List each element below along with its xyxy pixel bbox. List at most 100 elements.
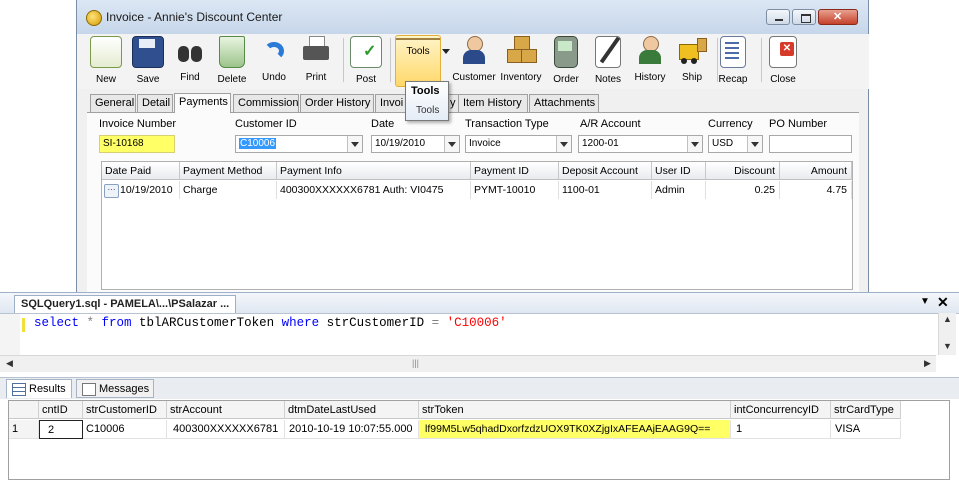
maximize-button[interactable]: [792, 9, 816, 25]
new-label: New: [95, 74, 116, 85]
cell-payment-info[interactable]: 400300XXXXXX6781 Auth: VI0475: [277, 181, 471, 199]
tab-results[interactable]: Results: [6, 379, 72, 398]
editor-vertical-scrollbar[interactable]: ▲ ▼: [938, 313, 956, 355]
sql-query-text[interactable]: select * from tblARCustomerToken where s…: [34, 316, 507, 330]
recycle-bin-icon: [219, 36, 245, 68]
tab-list-dropdown-icon[interactable]: ▼: [920, 296, 930, 307]
post-label: Post: [355, 74, 376, 85]
tab-order-history[interactable]: Order History: [300, 94, 374, 112]
window-title: Invoice - Annie's Discount Center: [106, 10, 283, 24]
sql-query-tab[interactable]: SQLQuery1.sql - PAMELA\...\PSalazar ...: [14, 295, 237, 313]
scroll-right-icon[interactable]: ▶: [924, 358, 931, 369]
new-button[interactable]: New: [83, 34, 129, 85]
po-number-label: PO Number: [769, 118, 828, 130]
cell-payment-id[interactable]: PYMT-10010: [471, 181, 559, 199]
col-amount[interactable]: Amount: [780, 162, 852, 180]
scroll-up-icon[interactable]: ▲: [943, 314, 952, 324]
floppy-icon: [132, 36, 164, 68]
transaction-type-dropdown-arrow[interactable]: [556, 136, 571, 152]
col-discount[interactable]: Discount: [706, 162, 780, 180]
find-button[interactable]: Find: [167, 34, 213, 83]
close-button[interactable]: ✕ Close: [760, 34, 806, 85]
scroll-grip-icon[interactable]: |||: [412, 358, 419, 368]
cell-straccount[interactable]: 400300XXXXXX6781: [167, 420, 285, 439]
currency-dropdown-arrow[interactable]: [747, 136, 762, 152]
cell-strtoken[interactable]: lf99M5Lw5qhadDxorfzdzUOX9TK0XZjgIxAFEAAj…: [419, 420, 731, 439]
save-button[interactable]: Save: [125, 34, 171, 85]
sql-keyword: from: [101, 316, 132, 330]
history-label: History: [634, 72, 666, 83]
currency-field[interactable]: USD: [708, 135, 763, 153]
col-strtoken[interactable]: strToken: [419, 401, 731, 419]
order-device-icon: [554, 36, 578, 68]
ship-button[interactable]: Ship: [669, 34, 715, 83]
close-window-button[interactable]: [818, 9, 858, 25]
transaction-type-field[interactable]: Invoice: [465, 135, 572, 153]
cell-cntid[interactable]: 2: [39, 420, 83, 439]
scroll-left-icon[interactable]: ◀: [6, 358, 13, 369]
ar-account-field[interactable]: 1200-01: [578, 135, 703, 153]
cell-date-paid[interactable]: 10/19/2010: [117, 181, 180, 199]
cell-amount[interactable]: 4.75: [780, 181, 852, 199]
col-strcardtype[interactable]: strCardType: [831, 401, 901, 419]
cell-deposit-account[interactable]: 1100-01: [559, 181, 652, 199]
sql-string-literal: 'C10006': [446, 316, 507, 330]
recap-label: Recap: [718, 74, 748, 85]
tab-messages[interactable]: Messages: [76, 379, 154, 398]
post-button[interactable]: ✓ Post: [343, 34, 389, 85]
messages-icon: [82, 383, 96, 396]
recap-button[interactable]: Recap: [710, 34, 756, 85]
col-payment-method[interactable]: Payment Method: [180, 162, 277, 180]
cell-payment-method[interactable]: Charge: [180, 181, 277, 199]
invoice-number-field[interactable]: SI-10168: [99, 135, 175, 153]
col-payment-id[interactable]: Payment ID: [471, 162, 559, 180]
tab-commission[interactable]: Commission: [233, 94, 299, 112]
scroll-down-icon[interactable]: ▼: [943, 341, 952, 351]
title-bar[interactable]: Invoice - Annie's Discount Center: [77, 0, 868, 35]
col-deposit-account[interactable]: Deposit Account: [559, 162, 652, 180]
ship-label: Ship: [681, 72, 702, 83]
col-user-id[interactable]: User ID: [652, 162, 706, 180]
row-number[interactable]: 1: [9, 420, 39, 439]
col-intconcurrencyid[interactable]: intConcurrencyID: [731, 401, 831, 419]
close-tab-icon[interactable]: ✕: [937, 294, 949, 311]
tab-item-history[interactable]: Item History: [458, 94, 528, 112]
date-dropdown-arrow[interactable]: [444, 136, 459, 152]
customer-id-field[interactable]: C10006: [235, 135, 363, 153]
col-strcustomerid[interactable]: strCustomerID: [83, 401, 167, 419]
order-button[interactable]: Order: [543, 34, 589, 85]
history-button[interactable]: History: [627, 34, 673, 83]
notes-button[interactable]: Notes: [585, 34, 631, 85]
results-grid-icon: [12, 383, 26, 396]
inventory-button[interactable]: Inventory: [498, 34, 544, 83]
tab-payments[interactable]: Payments: [174, 93, 231, 113]
date-value: 10/19/2010: [375, 138, 426, 149]
col-date-paid[interactable]: Date Paid: [102, 162, 180, 180]
cell-strcustomerid[interactable]: C10006: [83, 420, 167, 439]
po-number-field[interactable]: [769, 135, 852, 153]
col-cntid[interactable]: cntID: [39, 401, 83, 419]
date-field[interactable]: 10/19/2010: [371, 135, 460, 153]
tab-detail[interactable]: Detail: [137, 94, 173, 112]
sql-operator: *: [79, 316, 102, 330]
undo-button[interactable]: Undo: [251, 34, 297, 83]
col-payment-info[interactable]: Payment Info: [277, 162, 471, 180]
col-dtmdatelastused[interactable]: dtmDateLastUsed: [285, 401, 419, 419]
tab-attachments[interactable]: Attachments: [529, 94, 599, 112]
cell-dtmdatelastused[interactable]: 2010-10-19 10:07:55.000: [285, 420, 419, 439]
tab-general[interactable]: General: [90, 94, 136, 112]
minimize-button[interactable]: [766, 9, 790, 25]
ar-account-dropdown-arrow[interactable]: [687, 136, 702, 152]
cell-intconcurrencyid[interactable]: 1: [731, 420, 831, 439]
print-button[interactable]: Print: [293, 34, 339, 83]
delete-button[interactable]: Delete: [209, 34, 255, 85]
customer-id-dropdown-arrow[interactable]: [347, 136, 362, 152]
cell-discount[interactable]: 0.25: [706, 181, 780, 199]
editor-horizontal-scrollbar[interactable]: ◀ ||| ▶: [0, 355, 936, 372]
col-straccount[interactable]: strAccount: [167, 401, 285, 419]
cell-strcardtype[interactable]: VISA: [831, 420, 901, 439]
customer-button[interactable]: Customer: [451, 34, 497, 83]
cell-user-id[interactable]: Admin: [652, 181, 706, 199]
tools-button[interactable]: Tools: [395, 35, 441, 87]
find-label: Find: [180, 72, 200, 83]
